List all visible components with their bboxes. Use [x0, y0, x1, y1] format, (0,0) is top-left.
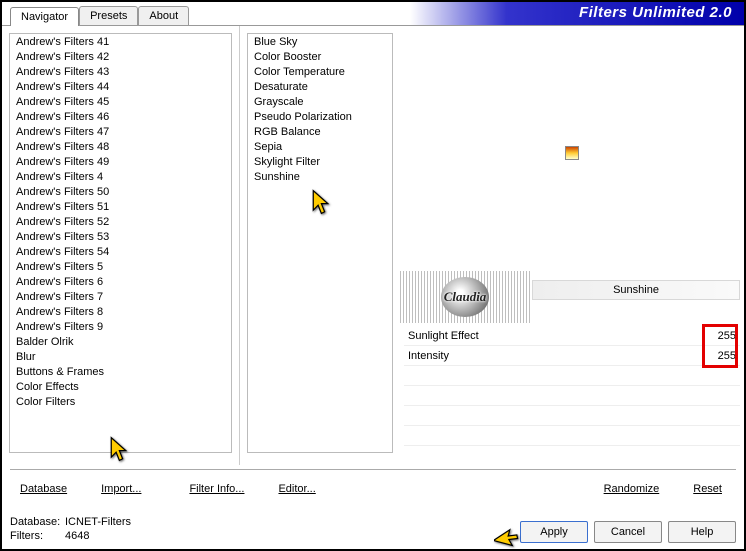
- list-item[interactable]: Color Booster: [248, 49, 392, 64]
- preview-panel: Claudia Sunshine Sunlight Effect 255 Int…: [400, 26, 744, 465]
- list-item[interactable]: Andrew's Filters 41: [10, 34, 231, 49]
- status-filters-value: 4648: [65, 529, 89, 543]
- list-item[interactable]: Balder Olrik: [10, 334, 231, 349]
- list-item[interactable]: Buttons & Frames: [10, 364, 231, 379]
- category-list[interactable]: Andrew's Filters 41Andrew's Filters 42An…: [9, 33, 232, 453]
- filter-info-button[interactable]: Filter Info...: [179, 479, 254, 499]
- list-item[interactable]: Andrew's Filters 53: [10, 229, 231, 244]
- list-item[interactable]: Andrew's Filters 5: [10, 259, 231, 274]
- param-row-empty: [404, 426, 740, 446]
- toolbar: Database Import... Filter Info... Editor…: [10, 469, 736, 501]
- list-item[interactable]: Grayscale: [248, 94, 392, 109]
- param-value[interactable]: 255: [706, 330, 740, 342]
- list-item[interactable]: Desaturate: [248, 79, 392, 94]
- filter-list[interactable]: Blue SkyColor BoosterColor TemperatureDe…: [247, 33, 393, 453]
- list-item[interactable]: Andrew's Filters 51: [10, 199, 231, 214]
- tab-about[interactable]: About: [138, 6, 189, 25]
- param-row[interactable]: Sunlight Effect 255: [404, 326, 740, 346]
- pointer-icon: [494, 521, 520, 547]
- watermark: Claudia: [400, 271, 530, 323]
- randomize-button[interactable]: Randomize: [594, 479, 670, 499]
- list-item[interactable]: Andrew's Filters 4: [10, 169, 231, 184]
- param-row-empty: [404, 406, 740, 426]
- parameter-list: Sunlight Effect 255 Intensity 255: [404, 326, 740, 446]
- list-item[interactable]: Skylight Filter: [248, 154, 392, 169]
- param-row-empty: [404, 366, 740, 386]
- list-item[interactable]: Blue Sky: [248, 34, 392, 49]
- list-item[interactable]: Andrew's Filters 42: [10, 49, 231, 64]
- tab-strip: Navigator Presets About: [10, 6, 189, 25]
- list-item[interactable]: Andrew's Filters 52: [10, 214, 231, 229]
- editor-button[interactable]: Editor...: [268, 479, 325, 499]
- list-item[interactable]: Blur: [10, 349, 231, 364]
- list-item[interactable]: Color Temperature: [248, 64, 392, 79]
- preview-thumbnail: [565, 146, 579, 160]
- app-title: Filters Unlimited 2.0: [579, 4, 732, 21]
- list-item[interactable]: Andrew's Filters 54: [10, 244, 231, 259]
- import-button[interactable]: Import...: [91, 479, 151, 499]
- param-label: Intensity: [404, 350, 706, 362]
- apply-button[interactable]: Apply: [520, 521, 588, 543]
- help-button[interactable]: Help: [668, 521, 736, 543]
- list-item[interactable]: Andrew's Filters 8: [10, 304, 231, 319]
- list-item[interactable]: Andrew's Filters 9: [10, 319, 231, 334]
- list-item[interactable]: Andrew's Filters 7: [10, 289, 231, 304]
- status-db-label: Database:: [10, 515, 65, 529]
- list-item[interactable]: Andrew's Filters 48: [10, 139, 231, 154]
- list-item[interactable]: Andrew's Filters 45: [10, 94, 231, 109]
- list-item[interactable]: Sunshine: [248, 169, 392, 184]
- param-label: Sunlight Effect: [404, 330, 706, 342]
- list-item[interactable]: Andrew's Filters 6: [10, 274, 231, 289]
- param-value[interactable]: 255: [706, 350, 740, 362]
- tab-navigator[interactable]: Navigator: [10, 7, 79, 26]
- list-item[interactable]: Andrew's Filters 49: [10, 154, 231, 169]
- list-item[interactable]: Sepia: [248, 139, 392, 154]
- database-button[interactable]: Database: [10, 479, 77, 499]
- list-item[interactable]: Andrew's Filters 47: [10, 124, 231, 139]
- list-item[interactable]: Color Effects: [10, 379, 231, 394]
- filter-title: Sunshine: [532, 280, 740, 300]
- status-filters-label: Filters:: [10, 529, 65, 543]
- tab-presets[interactable]: Presets: [79, 6, 138, 25]
- list-item[interactable]: Andrew's Filters 43: [10, 64, 231, 79]
- list-item[interactable]: Andrew's Filters 46: [10, 109, 231, 124]
- list-item[interactable]: Pseudo Polarization: [248, 109, 392, 124]
- param-row-empty: [404, 386, 740, 406]
- status-bar: Database: ICNET-Filters Filters: 4648: [10, 515, 131, 543]
- cancel-button[interactable]: Cancel: [594, 521, 662, 543]
- param-row[interactable]: Intensity 255: [404, 346, 740, 366]
- list-item[interactable]: Color Filters: [10, 394, 231, 409]
- list-item[interactable]: Andrew's Filters 50: [10, 184, 231, 199]
- status-db-value: ICNET-Filters: [65, 515, 131, 529]
- reset-button[interactable]: Reset: [683, 479, 732, 499]
- list-item[interactable]: RGB Balance: [248, 124, 392, 139]
- list-item[interactable]: Andrew's Filters 44: [10, 79, 231, 94]
